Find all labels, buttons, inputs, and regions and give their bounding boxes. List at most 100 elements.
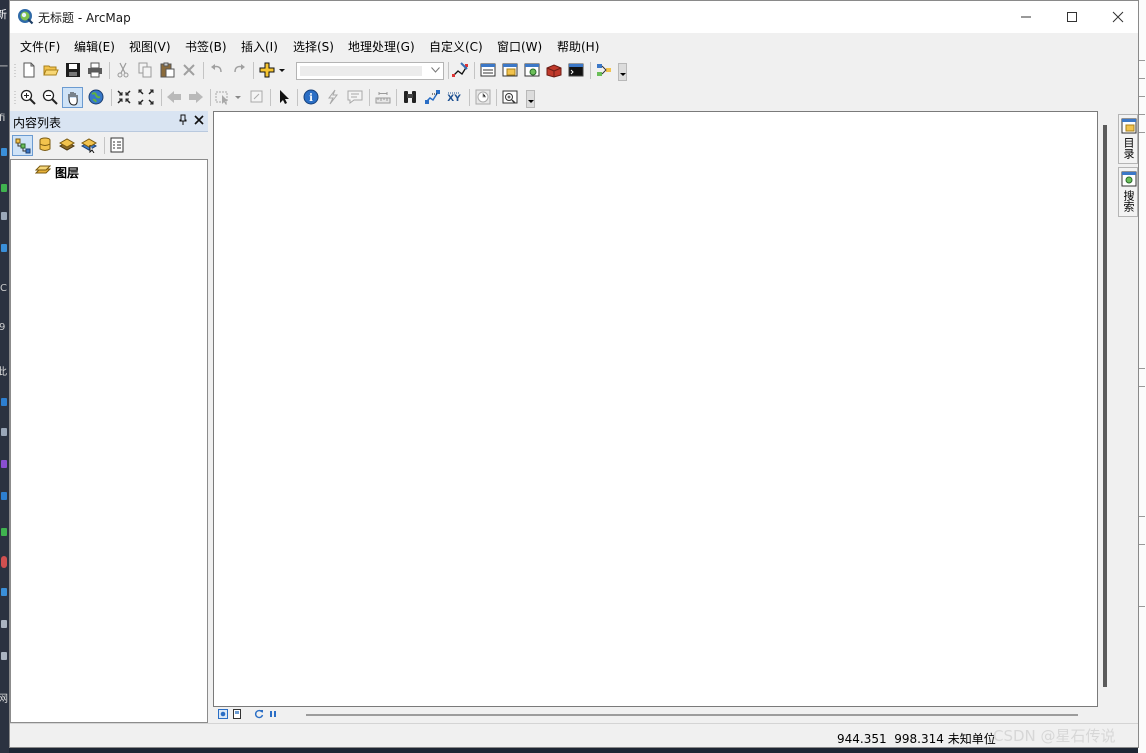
- back-icon: [167, 91, 181, 103]
- standard-toolbar: [10, 58, 1138, 83]
- catalog-icon: [1121, 118, 1137, 134]
- open-icon: [43, 65, 59, 76]
- menu-bookmarks[interactable]: 书签(B): [185, 38, 227, 55]
- measure-button[interactable]: [373, 87, 394, 108]
- menu-selection[interactable]: 选择(S): [293, 38, 334, 55]
- menu-file[interactable]: 文件(F): [20, 38, 60, 55]
- list-by-visibility-button[interactable]: [57, 135, 78, 156]
- refresh-icon[interactable]: [254, 709, 264, 719]
- svg-text:XY: XY: [447, 94, 461, 104]
- redo-button[interactable]: [229, 60, 250, 81]
- list-by-source-button[interactable]: [35, 135, 56, 156]
- forward-icon: [189, 91, 203, 103]
- python-button[interactable]: [566, 60, 587, 81]
- list-by-selection-button[interactable]: [79, 135, 100, 156]
- window-title: 无标题 - ArcMap: [38, 11, 131, 25]
- fixed-zoom-in-button[interactable]: [114, 87, 135, 108]
- delete-icon: [183, 64, 195, 76]
- copy-button[interactable]: [135, 60, 156, 81]
- close-icon[interactable]: [194, 115, 204, 125]
- open-button[interactable]: [41, 60, 62, 81]
- paste-button[interactable]: [157, 60, 178, 81]
- find-button[interactable]: [400, 87, 421, 108]
- select-features-button[interactable]: [213, 87, 243, 108]
- menu-edit[interactable]: 编辑(E): [74, 38, 115, 55]
- full-extent-button[interactable]: [86, 87, 107, 108]
- pause-drawing-icon[interactable]: [268, 709, 278, 719]
- fixed-zoom-out-button[interactable]: [136, 87, 157, 108]
- catalog-window-icon: [502, 63, 518, 77]
- toc-header[interactable]: 内容列表: [10, 111, 208, 132]
- html-popup-button[interactable]: [345, 87, 366, 108]
- clear-selection-button[interactable]: [247, 87, 268, 108]
- toolbar-separator: [297, 89, 298, 106]
- menu-windows[interactable]: 窗口(W): [497, 38, 542, 55]
- toc-options-button[interactable]: [107, 135, 128, 156]
- toolbar-separator: [104, 137, 105, 154]
- new-button[interactable]: [19, 60, 40, 81]
- data-view-icon[interactable]: [218, 709, 228, 719]
- identify-button[interactable]: i: [301, 87, 322, 108]
- desktop-left-edge: 新 一 fi C 9 此 网: [0, 0, 9, 753]
- layout-view-icon[interactable]: [232, 709, 242, 719]
- hyperlink-button[interactable]: [323, 87, 344, 108]
- catalog-window-button[interactable]: [500, 60, 521, 81]
- search-window-button[interactable]: [522, 60, 543, 81]
- zoom-in-button[interactable]: [18, 87, 39, 108]
- time-slider-button[interactable]: [473, 87, 494, 108]
- menu-customize[interactable]: 自定义(C): [429, 38, 483, 55]
- minimize-icon: [1021, 16, 1031, 18]
- desktop-icon: [1, 556, 7, 568]
- pin-icon[interactable]: [178, 114, 188, 126]
- desktop-glyph: 网: [0, 694, 8, 705]
- find-route-button[interactable]: [422, 87, 443, 108]
- save-button[interactable]: [63, 60, 84, 81]
- title-bar[interactable]: 无标题 - ArcMap: [10, 1, 1138, 33]
- cut-button[interactable]: [113, 60, 134, 81]
- minimize-button[interactable]: [1003, 1, 1049, 33]
- back-button[interactable]: [164, 87, 185, 108]
- arctoolbox-button[interactable]: [544, 60, 565, 81]
- close-button[interactable]: [1095, 1, 1138, 33]
- desktop-icon: [1, 588, 7, 596]
- toolbar-overflow-button[interactable]: [526, 90, 535, 108]
- zoom-out-button[interactable]: [40, 87, 61, 108]
- menu-insert[interactable]: 插入(I): [241, 38, 278, 55]
- model-builder-button[interactable]: [594, 60, 615, 81]
- desktop-text-fragment: [1139, 606, 1145, 607]
- delete-button[interactable]: [179, 60, 200, 81]
- table-of-contents-button[interactable]: [478, 60, 499, 81]
- desktop-text-fragment: [1139, 544, 1145, 545]
- maximize-button[interactable]: [1049, 1, 1095, 33]
- editor-toolbar-button[interactable]: [450, 60, 471, 81]
- search-window-icon: [524, 63, 540, 77]
- print-button[interactable]: [85, 60, 106, 81]
- toolbar-overflow-button[interactable]: [618, 63, 627, 81]
- status-bar: 944.351 998.314 未知单位: [10, 723, 1138, 747]
- forward-button[interactable]: [186, 87, 207, 108]
- map-vertical-scrollbar[interactable]: [1103, 125, 1107, 687]
- go-to-xy-button[interactable]: XY: [444, 87, 465, 108]
- arctoolbox-icon: [546, 64, 562, 78]
- menu-help[interactable]: 帮助(H): [557, 38, 599, 55]
- list-by-drawing-order-button[interactable]: [12, 135, 33, 156]
- pan-button[interactable]: [62, 87, 83, 108]
- search-tab[interactable]: 搜索: [1118, 167, 1138, 217]
- copy-icon: [138, 62, 152, 78]
- undo-button[interactable]: [207, 60, 228, 81]
- find-route-icon: [425, 90, 440, 104]
- menu-bar: 文件(F) 编辑(E) 视图(V) 书签(B) 插入(I) 选择(S) 地理处理…: [10, 33, 1138, 58]
- map-scale-combo[interactable]: [296, 62, 444, 80]
- map-horizontal-scrollbar[interactable]: [306, 714, 1078, 716]
- menu-view[interactable]: 视图(V): [129, 38, 171, 55]
- add-data-button[interactable]: [257, 60, 287, 81]
- create-viewer-button[interactable]: [500, 87, 521, 108]
- catalog-tab[interactable]: 目录: [1118, 114, 1138, 164]
- full-extent-icon: [88, 89, 104, 105]
- list-by-source-icon: [39, 137, 51, 151]
- toolbar-separator: [469, 89, 470, 106]
- map-display[interactable]: [213, 111, 1098, 707]
- menu-geoprocessing[interactable]: 地理处理(G): [348, 38, 415, 55]
- find-icon: [404, 91, 416, 103]
- select-elements-button[interactable]: [274, 87, 295, 108]
